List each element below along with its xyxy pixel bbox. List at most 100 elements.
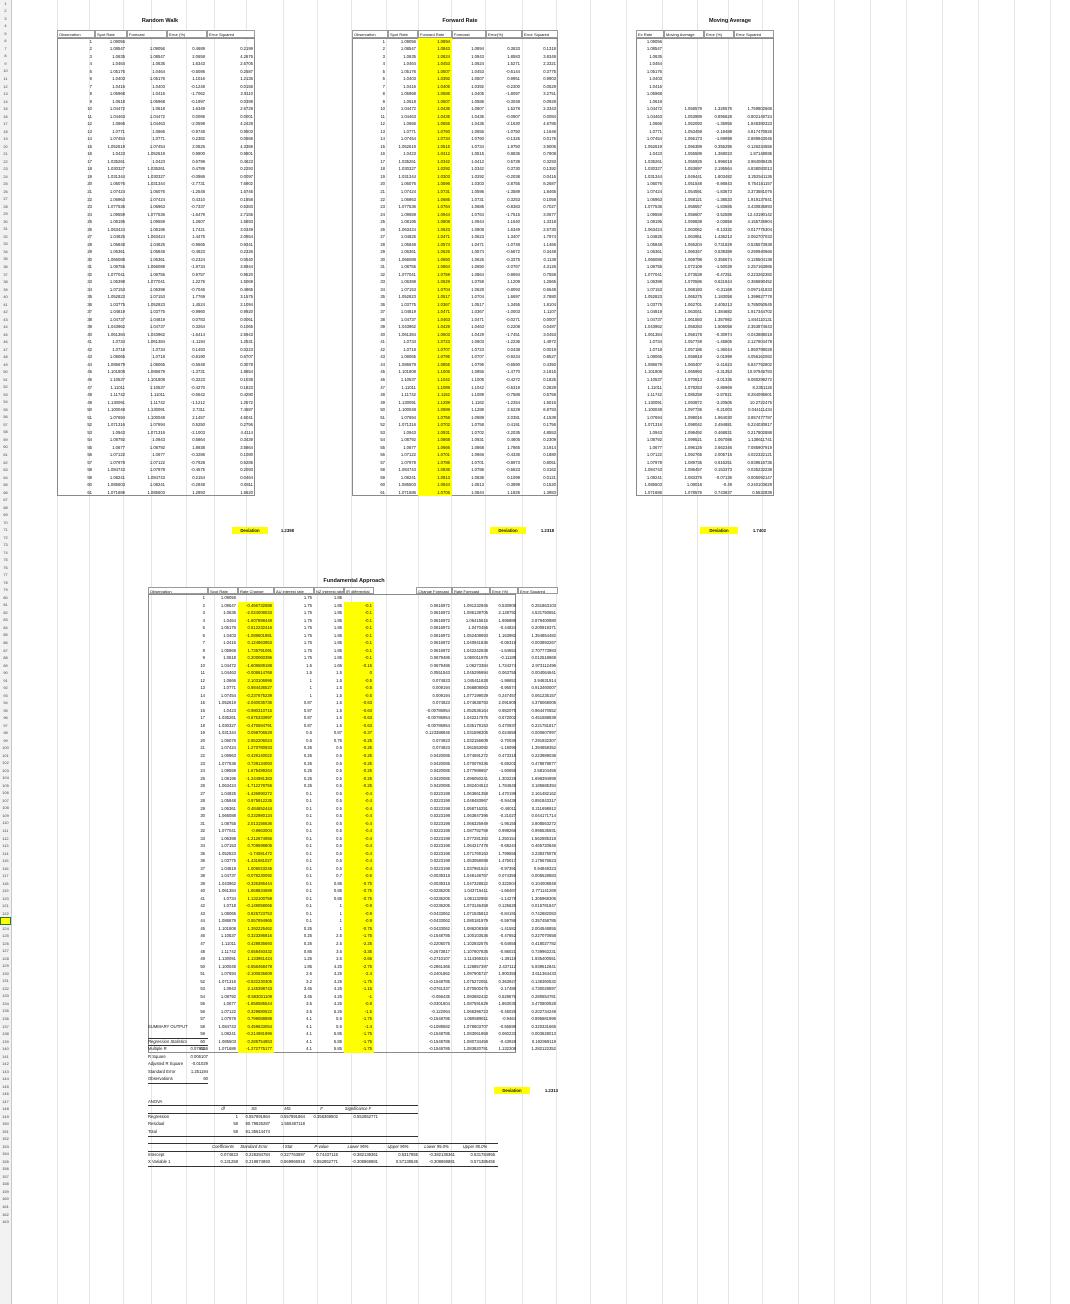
- table-cell[interactable]: 1.759802668: [734, 105, 774, 113]
- table-cell[interactable]: 0.009194: [416, 692, 452, 700]
- table-cell[interactable]: 6.8793: [522, 406, 558, 414]
- table-cell[interactable]: 1.042242638: [452, 647, 490, 655]
- table-cell[interactable]: -0.3223: [167, 376, 207, 384]
- table-cell[interactable]: 1.086679: [208, 917, 238, 925]
- table-cell[interactable]: 0.891843317: [518, 797, 558, 805]
- row-number[interactable]: 111: [0, 829, 11, 833]
- table-cell[interactable]: 1.0392: [418, 75, 452, 83]
- table-cell[interactable]: 1.5: [314, 707, 344, 715]
- table-cell[interactable]: 1: [274, 684, 314, 692]
- table-cell[interactable]: -0.0986: [167, 173, 207, 181]
- table-cell[interactable]: 0.87: [274, 699, 314, 707]
- table-cell[interactable]: 11: [57, 113, 95, 121]
- table-cell[interactable]: -0.1: [344, 616, 374, 625]
- table-cell[interactable]: 1.048148767: [452, 872, 490, 880]
- table-cell[interactable]: 1.09559: [636, 211, 664, 219]
- table-cell[interactable]: 1.070079336: [452, 760, 490, 768]
- row-number[interactable]: 138: [0, 1032, 11, 1036]
- table-cell[interactable]: 1.066088: [127, 263, 167, 271]
- row-number[interactable]: 20: [0, 144, 11, 149]
- table-cell[interactable]: 12: [148, 677, 208, 685]
- table-cell[interactable]: 0.0568: [207, 135, 255, 143]
- table-cell[interactable]: 1.07153: [388, 286, 418, 294]
- summary-cell[interactable]: 0.131258: [208, 1158, 238, 1166]
- table-cell[interactable]: 1.097905727: [452, 970, 490, 978]
- table-cell[interactable]: 21: [352, 188, 388, 196]
- table-cell[interactable]: 1.05968: [208, 647, 238, 655]
- table-cell[interactable]: [704, 53, 734, 61]
- table-cell[interactable]: 1.07978: [636, 459, 664, 467]
- table-cell[interactable]: 3.0453: [522, 331, 558, 339]
- table-cell[interactable]: 0.9520: [207, 271, 255, 279]
- table-cell[interactable]: -0.7046: [167, 286, 207, 294]
- row-number[interactable]: 160: [0, 1197, 11, 1201]
- table-cell[interactable]: 8: [352, 90, 388, 98]
- table-cell[interactable]: 3.5: [314, 955, 344, 963]
- table-cell[interactable]: -0.008614768: [238, 669, 274, 677]
- row-number[interactable]: 37: [0, 272, 11, 277]
- table-cell[interactable]: 0.1: [274, 910, 314, 918]
- table-cell[interactable]: 1.069589811: [452, 1015, 490, 1023]
- table-cell[interactable]: 1.06963: [636, 196, 664, 204]
- table-cell[interactable]: -0.25: [344, 736, 374, 745]
- summary-cell[interactable]: 1.565487118: [270, 1120, 305, 1128]
- table-cell[interactable]: 1.0603: [452, 338, 486, 346]
- row-number[interactable]: 135: [0, 1009, 11, 1013]
- table-cell[interactable]: 13: [148, 684, 208, 692]
- table-cell[interactable]: 1.074638793: [452, 699, 490, 707]
- table-cell[interactable]: 2.9110: [207, 90, 255, 98]
- row-number[interactable]: 100: [0, 746, 11, 750]
- table-cell[interactable]: 1.0574: [452, 248, 486, 256]
- table-cell[interactable]: -0.7588: [486, 391, 522, 399]
- table-cell[interactable]: 0.005092147: [734, 474, 774, 482]
- table-cell[interactable]: 0.529676: [490, 993, 518, 1001]
- table-cell[interactable]: 3.373581076: [734, 188, 774, 196]
- table-cell[interactable]: 1.084743: [636, 466, 664, 474]
- table-cell[interactable]: [238, 594, 274, 602]
- table-cell[interactable]: [664, 75, 704, 83]
- table-cell[interactable]: 32: [148, 827, 208, 835]
- table-cell[interactable]: 1.03775: [388, 301, 418, 309]
- table-cell[interactable]: 1.052823: [95, 293, 127, 301]
- table-cell[interactable]: 1.8465: [522, 188, 558, 196]
- table-cell[interactable]: 1.05968: [95, 90, 127, 98]
- table-cell[interactable]: 0.1: [274, 857, 314, 865]
- table-cell[interactable]: 0.5: [314, 857, 344, 865]
- table-cell[interactable]: 1.031344: [388, 173, 418, 181]
- table-cell[interactable]: 0.1099: [486, 474, 522, 482]
- table-cell[interactable]: -1.712278756: [238, 782, 274, 790]
- table-cell[interactable]: 1.061132982: [452, 895, 490, 903]
- table-cell[interactable]: 7.291932307: [518, 737, 558, 745]
- table-cell[interactable]: -0.86021: [490, 948, 518, 956]
- table-cell[interactable]: 1.043962: [208, 880, 238, 888]
- table-cell[interactable]: 3.8349: [522, 53, 558, 61]
- table-cell[interactable]: -0.9234: [486, 353, 522, 361]
- table-cell[interactable]: 1.062701: [664, 301, 704, 309]
- table-cell[interactable]: 1.101808: [95, 368, 127, 376]
- table-cell[interactable]: 1.06076: [636, 180, 664, 188]
- table-cell[interactable]: [522, 38, 558, 46]
- summary-cell[interactable]: [338, 1128, 378, 1136]
- row-number[interactable]: 99: [0, 738, 11, 743]
- table-cell[interactable]: 1.8938: [167, 444, 207, 452]
- row-number[interactable]: 126: [0, 941, 11, 946]
- table-cell[interactable]: 0.5: [314, 790, 344, 798]
- table-cell[interactable]: 1.0702: [418, 421, 452, 429]
- table-cell[interactable]: 1.071316: [636, 421, 664, 429]
- table-cell[interactable]: 1.1646: [522, 128, 558, 136]
- table-cell[interactable]: 1.09559: [95, 211, 127, 219]
- table-cell[interactable]: 1.063847396: [452, 812, 490, 820]
- table-cell[interactable]: -0.9748: [167, 128, 207, 136]
- table-cell[interactable]: 1.0650: [452, 263, 486, 271]
- table-cell[interactable]: -0.1548785: [416, 978, 452, 986]
- table-cell[interactable]: 1.05176: [388, 68, 418, 76]
- table-cell[interactable]: 35: [148, 850, 208, 858]
- table-cell[interactable]: 1.25: [274, 955, 314, 963]
- table-cell[interactable]: 1.06963: [127, 203, 167, 211]
- table-cell[interactable]: 0.074823: [416, 677, 452, 685]
- table-cell[interactable]: -1.7451: [486, 331, 522, 339]
- table-cell[interactable]: 1.03775: [636, 301, 664, 309]
- table-cell[interactable]: 1.086208368: [452, 925, 490, 933]
- table-cell[interactable]: 1.08241: [208, 1030, 238, 1038]
- table-cell[interactable]: -2.17486: [490, 985, 518, 993]
